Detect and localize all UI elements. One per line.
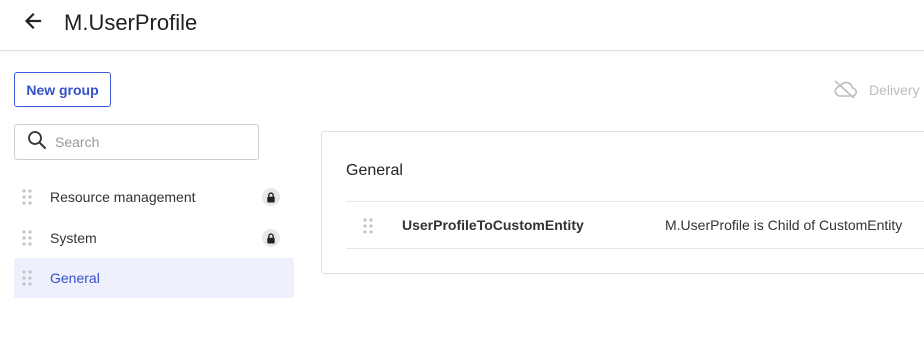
cloud-off-icon xyxy=(832,79,858,102)
back-button[interactable] xyxy=(20,10,46,36)
delivery-label: Delivery xyxy=(869,82,920,98)
sidebar-item-label: System xyxy=(50,230,97,246)
drag-handle-icon[interactable] xyxy=(22,189,32,210)
drag-handle-icon[interactable] xyxy=(22,270,32,291)
delivery-button[interactable]: Delivery xyxy=(832,78,920,102)
lock-icon xyxy=(262,188,280,206)
page-header: M.UserProfile xyxy=(0,0,924,51)
search-input[interactable] xyxy=(55,134,245,150)
search-box xyxy=(14,124,259,160)
lock-icon xyxy=(262,229,280,247)
sidebar-item-resource-management[interactable]: Resource management xyxy=(14,177,294,217)
sidebar-item-system[interactable]: System xyxy=(14,218,294,258)
page-title: M.UserProfile xyxy=(64,10,198,35)
relation-name[interactable]: UserProfileToCustomEntity xyxy=(402,217,584,233)
group-card: General UserProfileToCustomEntity M.User… xyxy=(321,131,924,274)
sidebar-item-label: General xyxy=(50,270,100,286)
drag-handle-icon[interactable] xyxy=(363,218,373,239)
drag-handle-icon[interactable] xyxy=(22,230,32,251)
sidebar-item-label: Resource management xyxy=(50,189,196,205)
arrow-left-icon xyxy=(23,11,43,36)
sidebar-item-general[interactable]: General xyxy=(14,258,294,298)
search-icon xyxy=(27,130,47,155)
relation-row[interactable]: UserProfileToCustomEntity M.UserProfile … xyxy=(346,201,924,249)
group-title: General xyxy=(346,162,403,179)
relation-description: M.UserProfile is Child of CustomEntity xyxy=(665,217,903,233)
new-group-button[interactable]: New group xyxy=(14,72,111,107)
